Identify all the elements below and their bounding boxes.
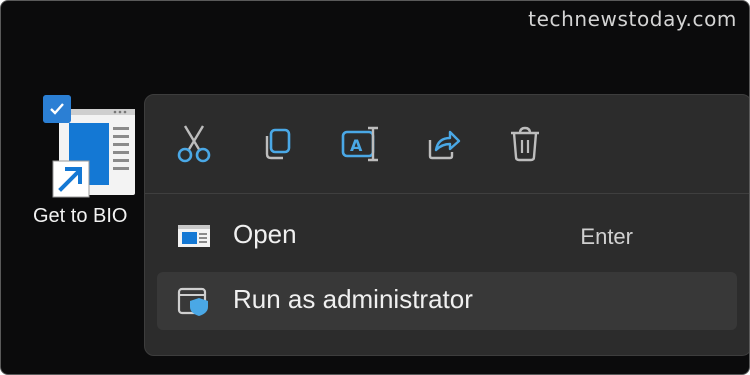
delete-button[interactable] <box>500 119 550 169</box>
share-button[interactable] <box>418 119 468 169</box>
context-menu-toolbar: A <box>145 95 749 193</box>
open-window-icon <box>178 225 210 247</box>
svg-text:A: A <box>350 136 363 155</box>
menu-item-open[interactable]: Open Enter <box>157 207 737 265</box>
menu-item-open-label: Open <box>233 219 297 249</box>
copy-icon <box>265 128 291 160</box>
scissors-icon <box>177 125 211 163</box>
menu-divider <box>145 193 749 194</box>
copy-button[interactable] <box>252 119 302 169</box>
context-menu: A Open Enter Run as administrator <box>144 94 749 356</box>
desktop-shortcut[interactable]: Get to BIO <box>31 95 161 245</box>
screenshot-frame: technewstoday.com Get to BIO A Open Ente… <box>0 0 750 375</box>
share-icon <box>428 130 461 160</box>
menu-item-open-shortcut: Enter <box>580 224 633 249</box>
trash-icon <box>511 126 539 162</box>
rename-button[interactable]: A <box>335 119 385 169</box>
menu-item-run-as-administrator-label: Run as administrator <box>233 284 473 314</box>
cut-button[interactable] <box>169 119 219 169</box>
watermark-text: technewstoday.com <box>528 7 737 31</box>
shield-window-icon <box>177 287 208 316</box>
shortcut-label: Get to BIO <box>33 205 128 227</box>
menu-item-run-as-administrator[interactable]: Run as administrator <box>157 272 737 330</box>
selection-checkbox-icon[interactable] <box>43 95 71 123</box>
rename-icon: A <box>341 126 378 162</box>
